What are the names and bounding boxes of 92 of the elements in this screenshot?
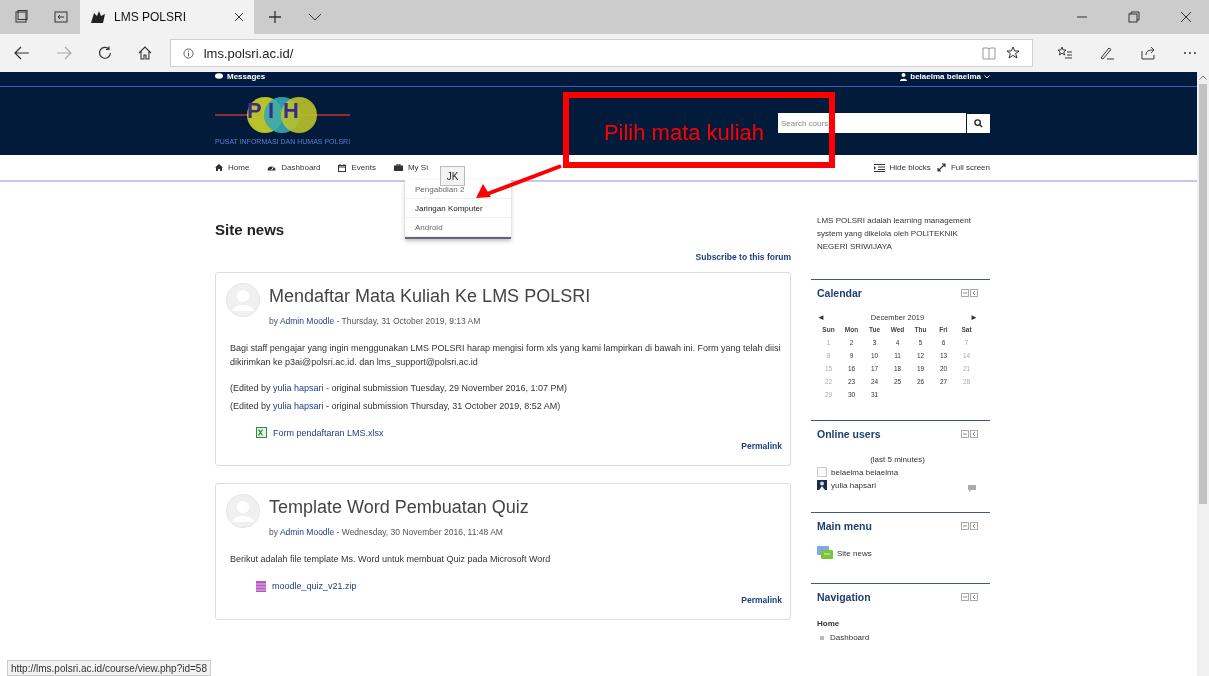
block-controls-icon[interactable]: [961, 430, 978, 439]
messages-label[interactable]: Messages: [227, 72, 266, 81]
page-heading: Site news: [215, 221, 285, 238]
tooltip: JK: [440, 166, 465, 186]
briefcase-icon: [393, 164, 403, 171]
attachment-link[interactable]: Form pendaftaran LMS.xlsx: [273, 427, 384, 438]
author-link[interactable]: Admin Moodle: [279, 527, 335, 537]
scroll-up-icon[interactable]: [1199, 75, 1207, 80]
tab-actions-icon[interactable]: [14, 10, 28, 24]
permalink-link[interactable]: Permalink: [741, 594, 782, 605]
navigation-link[interactable]: Dashboard: [830, 633, 870, 643]
star-icon[interactable]: [1006, 46, 1021, 60]
bullet-icon: [820, 635, 824, 640]
nav-link[interactable]: Hide blocks: [873, 163, 931, 172]
messages-link[interactable]: Messages: [215, 72, 266, 81]
back-arrow-icon[interactable]: [14, 46, 30, 60]
address-bar[interactable]: lms.polsri.ac.id/: [169, 39, 1034, 67]
scrollbar[interactable]: [1197, 72, 1209, 676]
archive-icon: [256, 580, 266, 592]
search-icon[interactable]: [967, 113, 990, 133]
edit-note: (Edited by yulia hapsari - original submission Tuesday, 29 November 2016, 1:07 PM): [230, 383, 568, 393]
site-logo-icon: [90, 10, 106, 24]
speech-bubbles-icon: [215, 73, 224, 80]
navigation-home[interactable]: Home: [817, 619, 978, 629]
block-title: Online users: [817, 428, 881, 441]
user-avatar-icon: [817, 467, 827, 478]
user-menu[interactable]: belaelma belaelma: [900, 72, 990, 81]
refresh-icon[interactable]: [97, 46, 112, 60]
more-icon[interactable]: [1183, 51, 1197, 55]
nav-link[interactable]: Dashboard: [267, 163, 321, 172]
browser-tab[interactable]: LMS POLSRI: [80, 0, 254, 34]
editor-link[interactable]: yulia hapsari: [273, 383, 324, 393]
post-title: Template Word Pembuatan Quiz: [269, 497, 529, 518]
course-menu-item[interactable]: Jaringan Komputer: [405, 199, 511, 218]
calendar-icon: [338, 163, 347, 172]
online-user-link[interactable]: yulia hapsari: [831, 480, 876, 490]
spreadsheet-icon: [256, 427, 267, 438]
tab-aside-icon[interactable]: [54, 10, 68, 24]
annotation-text: Pilih mata kuliah: [603, 119, 765, 146]
info-icon[interactable]: [182, 47, 194, 59]
favorites-icon[interactable]: [1057, 46, 1074, 60]
expand-arrows-icon: [936, 163, 946, 172]
editor-link[interactable]: yulia hapsari: [273, 401, 324, 411]
avatar-icon: [226, 283, 260, 317]
scroll-thumb[interactable]: [1199, 84, 1207, 504]
permalink-link[interactable]: Permalink: [741, 441, 782, 451]
online-user-link[interactable]: belaelma belaelma: [831, 467, 899, 477]
caret-icon: [984, 74, 990, 79]
user-photo-icon: [817, 480, 827, 491]
close-icon[interactable]: [234, 12, 244, 22]
nav-link[interactable]: Events: [338, 163, 376, 172]
status-url: http://lms.polsri.ac.id/course/view.php?id=58: [7, 660, 211, 676]
block-controls-icon[interactable]: [961, 593, 978, 602]
gauge-icon: [267, 164, 277, 171]
edit-note: (Edited by yulia hapsari - original submission Thursday, 31 October 2019, 8:52 AM): [230, 401, 562, 411]
menu-link[interactable]: Site news: [837, 549, 872, 559]
subscribe-link[interactable]: Subscribe to this forum: [695, 252, 791, 262]
restore-icon[interactable]: [1128, 11, 1140, 23]
block-title: Main menu: [817, 520, 872, 533]
logo-letter: I: [266, 98, 276, 124]
nav-link[interactable]: My Si: [393, 163, 428, 172]
share-icon[interactable]: [1141, 46, 1158, 60]
forum-icon: [817, 546, 834, 562]
block-title: Calendar: [817, 287, 862, 300]
nav-link[interactable]: Full screen: [936, 163, 990, 172]
nav-link[interactable]: Home: [215, 163, 250, 172]
block-controls-icon[interactable]: [961, 289, 978, 298]
search-field[interactable]: Search cours: [778, 113, 966, 133]
attachment-link[interactable]: moodle_quiz_v21.zip: [272, 581, 357, 591]
post-byline: by Admin Moodle - Thursday, 31 October 2019, 9:13 AM: [269, 316, 482, 326]
site-description: LMS POLSRI adalah learning management system yang dikelola oleh POLITEKNIK NEGERI SRIWIJAYA: [817, 215, 972, 253]
post-byline: by Admin Moodle - Wednesday, 30 November 2016, 11:48 AM: [269, 527, 504, 537]
avatar-icon: [226, 494, 260, 528]
close-icon[interactable]: [1180, 11, 1192, 23]
post-text: Berikut adalah file template Ms. Word untuk membuat Quiz pada Microsoft Word: [230, 553, 552, 566]
logo-letter: P: [247, 98, 259, 124]
pen-icon[interactable]: [1099, 46, 1116, 60]
post-text: Bagi staff pengajar yang ingin menggunakan LMS POLSRI harap mengisi form xls yang kami lampirkan di bawah ini. Form yang telah diisi dikirimkan ke p3ai@polsri.ac.id. dan lms_support@polsri.ac.id: [230, 342, 782, 369]
block-title: Navigation: [817, 591, 871, 604]
home-icon[interactable]: [137, 46, 152, 60]
user-name[interactable]: belaelma belaelma: [910, 72, 981, 81]
post-title: Mendaftar Mata Kuliah Ke LMS POLSRI: [269, 286, 591, 307]
new-tab-icon[interactable]: [268, 10, 282, 24]
user-icon: [900, 72, 908, 81]
next-month-arrow[interactable]: ►: [970, 313, 978, 323]
author-link[interactable]: Admin Moodle: [279, 316, 335, 326]
previous-month-arrow[interactable]: ◄: [817, 313, 825, 323]
indent-list-icon: [873, 163, 885, 172]
course-menu-item[interactable]: Android: [405, 218, 511, 237]
home-icon: [215, 164, 223, 171]
block-controls-icon[interactable]: [961, 522, 978, 531]
online-note: (last 5 minutes): [869, 455, 926, 465]
